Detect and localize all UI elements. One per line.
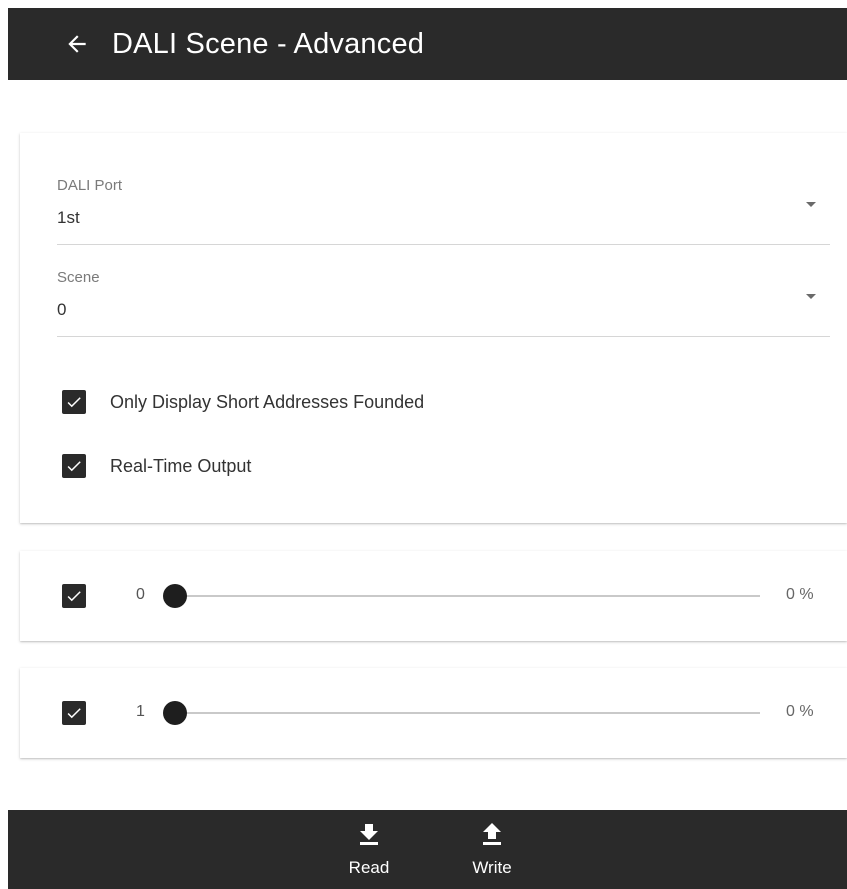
option-only-display-short-addresses: Only Display Short Addresses Founded [62,387,424,417]
dali-port-value: 1st [57,208,80,227]
bottom-action-bar: Read Write [8,810,847,889]
app-bar: DALI Scene - Advanced [8,8,847,80]
channel-level-percent: 0 % [786,586,814,603]
slider-thumb[interactable] [163,584,187,608]
check-icon [67,591,81,602]
app-root: DALI Scene - Advanced DALI Port 1st Scen… [0,0,847,889]
slider-track [175,712,760,714]
settings-card: DALI Port 1st Scene 0 Only Display Short… [20,133,847,523]
scene-select[interactable]: Scene 0 [57,265,830,337]
real-time-output-checkbox[interactable] [62,454,86,478]
only-display-short-addresses-label: Only Display Short Addresses Founded [110,391,425,412]
check-icon [67,461,81,472]
write-button[interactable]: Write [452,810,532,889]
scene-value: 0 [57,300,67,319]
page-title: DALI Scene - Advanced [112,27,425,60]
write-label: Write [472,858,512,877]
dali-port-select[interactable]: DALI Port 1st [57,173,830,245]
scene-label: Scene [57,269,100,286]
download-icon [360,824,378,845]
slider-track [175,595,760,597]
option-real-time-output: Real-Time Output [62,451,251,481]
channel-1-checkbox[interactable] [62,701,86,725]
read-button[interactable]: Read [329,810,409,889]
channel-0-checkbox[interactable] [62,584,86,608]
read-label: Read [348,858,390,877]
real-time-output-label: Real-Time Output [110,455,252,476]
dropdown-arrow-icon [806,294,816,299]
upload-icon [483,823,501,845]
check-icon [67,708,81,719]
channel-address: 0 [136,586,145,603]
check-icon [67,397,81,408]
only-display-short-addresses-checkbox[interactable] [62,390,86,414]
channel-level-percent: 0 % [786,703,814,720]
dali-port-label: DALI Port [57,177,123,194]
dropdown-arrow-icon [806,202,816,207]
channel-address: 1 [136,703,145,720]
channel-1-level-slider[interactable] [163,698,760,728]
back-button[interactable] [58,25,96,63]
arrow-left-icon [68,35,86,53]
slider-thumb[interactable] [163,701,187,725]
channel-0-level-slider[interactable] [163,581,760,611]
channel-row: 1 0 % [20,668,847,758]
channel-row: 0 0 % [20,551,847,641]
